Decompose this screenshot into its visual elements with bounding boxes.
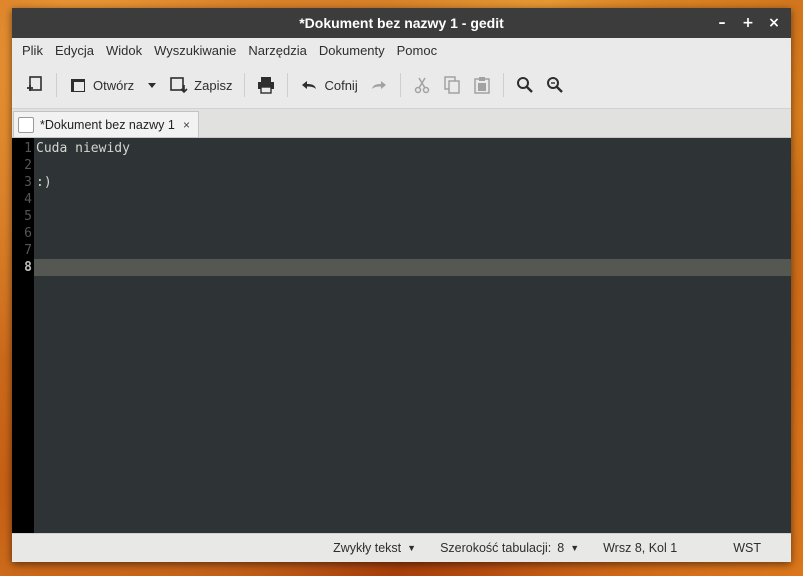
text-line[interactable]: :) (34, 174, 791, 191)
cursor-position: Wrsz 8, Kol 1 (603, 541, 678, 555)
toolbar-separator (56, 73, 57, 97)
text-line[interactable] (34, 191, 791, 208)
line-number-current: 8 (24, 260, 32, 275)
search-replace-button[interactable] (540, 68, 570, 102)
menu-narzedzia[interactable]: Narzędzia (242, 43, 313, 58)
insert-mode: WST (733, 541, 761, 555)
gedit-window: *Dokument bez nazwy 1 - gedit – + × Plik… (12, 8, 791, 562)
text-area[interactable]: Cuda niewidy :) (34, 138, 791, 533)
search-replace-icon (546, 77, 563, 93)
menubar: Plik Edycja Widok Wyszukiwanie Narzędzia… (12, 38, 791, 62)
line-number-gutter: 1 2 3 4 5 6 7 8 (12, 138, 34, 533)
redo-button[interactable] (364, 68, 394, 102)
tab-width-value: 8 (557, 541, 565, 555)
window-controls: – + × (713, 8, 783, 38)
minimize-button[interactable]: – (713, 14, 731, 32)
open-button[interactable]: Otwórz (63, 68, 140, 102)
new-document-icon (27, 76, 42, 91)
undo-icon (302, 81, 317, 89)
maximize-button[interactable]: + (739, 14, 757, 32)
toolbar-separator (287, 73, 289, 97)
dropdown-arrow-icon (148, 83, 157, 88)
toolbar-separator (502, 73, 504, 97)
language-selector[interactable]: Zwykły tekst ▼ (321, 541, 428, 555)
menu-edycja[interactable]: Edycja (49, 43, 100, 58)
new-document-button[interactable] (20, 68, 50, 102)
tab-width-selector[interactable]: Szerokość tabulacji: 8 ▼ (428, 541, 591, 555)
toolbar: Otwórz Zapisz Cofnij (12, 62, 791, 109)
undo-button-label: Cofnij (324, 77, 358, 93)
text-line-current[interactable] (34, 259, 791, 276)
clipboard-icon (473, 77, 490, 94)
dropdown-arrow-icon: ▼ (407, 543, 417, 553)
save-icon (170, 77, 188, 94)
search-button[interactable] (510, 68, 540, 102)
tab-label: *Dokument bez nazwy 1 (40, 117, 175, 132)
tab-bar: *Dokument bez nazwy 1 × (12, 109, 791, 138)
copy-button[interactable] (437, 68, 467, 102)
line-number: 5 (24, 209, 32, 224)
statusbar: Zwykły tekst ▼ Szerokość tabulacji: 8 ▼ … (12, 533, 791, 562)
undo-button[interactable]: Cofnij (294, 68, 363, 102)
line-number: 1 (24, 141, 32, 156)
redo-icon (371, 81, 386, 89)
menu-plik[interactable]: Plik (16, 43, 49, 58)
close-button[interactable]: × (765, 14, 783, 32)
line-number: 4 (24, 192, 32, 207)
editor[interactable]: 1 2 3 4 5 6 7 8 Cuda niewidy :) (12, 138, 791, 533)
copy-icon (443, 76, 460, 94)
text-line[interactable]: Cuda niewidy (34, 140, 791, 157)
document-icon (18, 116, 34, 133)
language-label: Zwykły tekst (333, 541, 402, 555)
line-number: 6 (24, 226, 32, 241)
open-folder-icon (71, 79, 85, 92)
cut-button[interactable] (407, 68, 437, 102)
text-line[interactable] (34, 225, 791, 242)
printer-icon (258, 77, 275, 94)
titlebar[interactable]: *Dokument bez nazwy 1 - gedit – + × (12, 8, 791, 38)
tab-document[interactable]: *Dokument bez nazwy 1 × (13, 111, 199, 137)
line-number: 2 (24, 158, 32, 173)
toolbar-separator (399, 73, 401, 97)
text-line[interactable] (34, 157, 791, 174)
toolbar-separator (244, 73, 246, 97)
open-button-label: Otwórz (93, 77, 135, 93)
paste-button[interactable] (467, 68, 497, 102)
line-number: 3 (24, 175, 32, 190)
menu-dokumenty[interactable]: Dokumenty (313, 43, 391, 58)
tab-close-icon[interactable]: × (183, 118, 190, 132)
recent-files-dropdown[interactable] (140, 68, 164, 102)
save-button[interactable]: Zapisz (164, 68, 238, 102)
menu-pomoc[interactable]: Pomoc (391, 43, 443, 58)
dropdown-arrow-icon: ▼ (570, 543, 580, 553)
scissors-icon (414, 77, 429, 94)
search-icon (516, 77, 533, 93)
text-line[interactable] (34, 242, 791, 259)
menu-wyszukiwanie[interactable]: Wyszukiwanie (148, 43, 242, 58)
menu-widok[interactable]: Widok (100, 43, 148, 58)
tab-width-label: Szerokość tabulacji: (440, 541, 552, 555)
save-button-label: Zapisz (194, 77, 233, 93)
print-button[interactable] (251, 68, 281, 102)
window-title: *Dokument bez nazwy 1 - gedit (299, 15, 504, 31)
line-number: 7 (24, 243, 32, 258)
text-line[interactable] (34, 208, 791, 225)
